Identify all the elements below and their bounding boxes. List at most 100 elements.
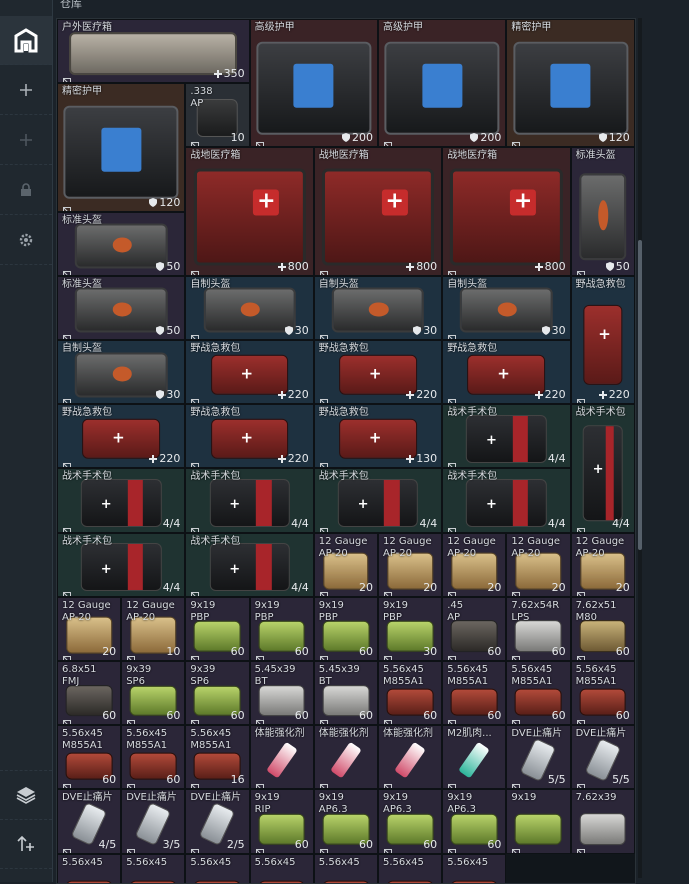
lock-button[interactable] <box>0 166 52 215</box>
inventory-slot[interactable]: 体能强化剂 <box>249 725 314 790</box>
plus-icon <box>406 455 415 464</box>
inventory-slot[interactable]: 精密护甲 120 <box>506 19 635 148</box>
item-name: 5.56x45 <box>575 664 617 675</box>
inventory-slot[interactable]: 自制头盔 30 <box>313 275 443 340</box>
item-name: 标准头盔 <box>575 150 616 162</box>
item-quantity: 60 <box>423 709 437 723</box>
inventory-slot[interactable]: 5.56x45 M855A1 60 <box>378 661 443 726</box>
inventory-slot[interactable]: 高级护甲 200 <box>249 19 378 148</box>
inventory-slot[interactable]: 战术手术包 4/4 <box>442 404 571 469</box>
item-variant: AP-20 <box>383 547 412 559</box>
inventory-slot[interactable]: 户外医疗箱 350 <box>57 19 250 84</box>
inventory-slot[interactable]: 战术手术包 4/4 <box>185 532 314 597</box>
inventory-slot[interactable]: DVE止痛片 4/5 <box>57 789 122 854</box>
scrollbar-thumb[interactable] <box>638 240 642 550</box>
inventory-slot[interactable]: 5.56x45 <box>442 853 507 883</box>
inventory-slot[interactable]: 9x19 AP6.3 60 <box>378 789 443 854</box>
inventory-slot[interactable]: 7.62x39 <box>570 789 635 854</box>
inventory-slot[interactable]: 9x19 PBP 30 <box>378 596 443 661</box>
inventory-slot[interactable]: 野战急救包 220 <box>570 275 635 405</box>
inventory-slot[interactable]: 战术手术包 4/4 <box>57 532 186 597</box>
inventory-slot[interactable]: 9x19 PBP 60 <box>249 596 314 661</box>
inventory-slot[interactable]: 9x39 SP6 60 <box>121 661 186 726</box>
inventory-slot[interactable]: 体能强化剂 <box>378 725 443 790</box>
inventory-slot[interactable]: 野战急救包 220 <box>185 404 314 469</box>
inventory-slot[interactable]: .45 AP 60 <box>442 596 507 661</box>
inventory-slot[interactable]: 12 Gauge AP-20 20 <box>313 532 378 597</box>
inventory-slot[interactable]: 5.56x45 <box>57 853 122 883</box>
inventory-slot[interactable]: 自制头盔 30 <box>185 275 314 340</box>
inventory-slot[interactable]: 5.56x45 <box>121 853 186 883</box>
inventory-slot[interactable]: 5.56x45 M855A1 60 <box>121 725 186 790</box>
inventory-slot[interactable]: 12 Gauge AP-20 20 <box>442 532 507 597</box>
inventory-slot[interactable]: 野战急救包 220 <box>313 340 443 405</box>
inventory-slot[interactable]: 12 Gauge AP-20 20 <box>570 532 635 597</box>
inventory-slot[interactable]: 9x19 PBP 60 <box>185 596 250 661</box>
inventory-slot[interactable]: 战术手术包 4/4 <box>442 468 571 533</box>
inventory-slot[interactable]: 5.56x45 <box>185 853 250 883</box>
inventory-slot[interactable]: 5.56x45 M855A1 60 <box>506 661 571 726</box>
inventory-slot[interactable]: 高级护甲 200 <box>378 19 507 148</box>
inventory-slot[interactable]: 战术手术包 4/4 <box>570 404 635 533</box>
add-page-button[interactable] <box>0 66 52 115</box>
inventory-slot[interactable]: 战术手术包 4/4 <box>185 468 314 533</box>
item-name: 标准头盔 <box>62 278 102 290</box>
item-quantity-value: 5/5 <box>547 773 566 787</box>
inventory-slot[interactable]: 野战急救包 220 <box>57 404 186 469</box>
inventory-slot[interactable]: .338 AP 10 <box>185 83 250 148</box>
inventory-slot[interactable]: 12 Gauge AP-20 20 <box>378 532 443 597</box>
inventory-slot[interactable]: 5.56x45 M855A1 16 <box>185 725 250 790</box>
inventory-slot[interactable]: 9x19 AP6.3 60 <box>442 789 507 854</box>
item-name: 精密护甲 <box>511 22 552 33</box>
inventory-slot[interactable]: 野战急救包 220 <box>442 340 571 405</box>
inventory-slot[interactable]: 7.62x54R LPS 60 <box>506 596 571 661</box>
stash-tab-button[interactable] <box>0 16 52 65</box>
inventory-slot[interactable]: 5.45x39 BT 60 <box>249 661 314 726</box>
inventory-slot[interactable]: 自制头盔 30 <box>442 275 571 340</box>
inventory-slot[interactable]: 12 Gauge AP-20 10 <box>121 596 186 661</box>
inventory-slot[interactable]: 野战急救包 220 <box>185 340 314 405</box>
inventory-slot[interactable]: 9x19 PBP 60 <box>313 596 378 661</box>
inventory-slot[interactable]: 野战急救包 130 <box>313 404 443 469</box>
inventory-slot[interactable]: 战地医疗箱 800 <box>313 147 443 276</box>
inventory-slot[interactable]: 9x19 <box>506 789 571 854</box>
inventory-slot[interactable]: 12 Gauge AP-20 20 <box>506 532 571 597</box>
inventory-slot[interactable]: 7.62x51 M80 60 <box>570 596 635 661</box>
inventory-slot[interactable]: 精密护甲 120 <box>57 83 186 212</box>
inventory-slot[interactable]: 5.56x45 <box>378 853 443 883</box>
inventory-slot[interactable]: 5.56x45 M855A1 60 <box>570 661 635 726</box>
inventory-slot[interactable]: DVE止痛片 5/5 <box>570 725 635 790</box>
inventory-slot[interactable]: 9x19 RIP 60 <box>249 789 314 854</box>
item-variant: M855A1 <box>190 740 232 752</box>
inventory-slot[interactable]: 标准头盔 50 <box>57 275 186 340</box>
inventory-slot[interactable]: 自制头盔 30 <box>57 340 186 405</box>
inventory-slot[interactable]: 5.56x45 M855A1 60 <box>57 725 122 790</box>
no-insurance-icon <box>62 328 71 339</box>
sort-button[interactable] <box>0 820 52 869</box>
inventory-slot[interactable]: 战术手术包 4/4 <box>313 468 443 533</box>
stash-icon <box>14 28 38 53</box>
inventory-slot[interactable]: 标准头盔 50 <box>570 147 635 276</box>
item-name: 9x19 <box>383 792 409 804</box>
inventory-slot[interactable]: 5.45x39 BT 60 <box>313 661 378 726</box>
inventory-slot[interactable]: 6.8x51 FMJ 60 <box>57 661 122 726</box>
inventory-slot[interactable]: DVE止痛片 5/5 <box>506 725 571 790</box>
inventory-slot[interactable]: 5.56x45 <box>249 853 314 883</box>
inventory-slot[interactable]: 5.56x45 <box>313 853 378 883</box>
item-variant: AP-20 <box>511 547 541 559</box>
item-quantity: 20 <box>616 581 630 595</box>
inventory-slot[interactable]: 战地医疗箱 800 <box>442 147 571 276</box>
inventory-slot[interactable]: 战术手术包 4/4 <box>57 468 186 533</box>
settings-button[interactable] <box>0 216 52 265</box>
inventory-slot[interactable]: 标准头盔 50 <box>57 211 186 276</box>
inventory-slot[interactable]: M2肌肉... <box>442 725 507 790</box>
inventory-slot[interactable]: 5.56x45 M855A1 60 <box>442 661 507 726</box>
inventory-slot[interactable]: DVE止痛片 2/5 <box>185 789 250 854</box>
inventory-slot[interactable]: 9x39 SP6 60 <box>185 661 250 726</box>
inventory-slot[interactable]: DVE止痛片 3/5 <box>121 789 186 854</box>
inventory-slot[interactable]: 战地医疗箱 800 <box>185 147 314 276</box>
layers-button[interactable] <box>0 770 52 820</box>
inventory-slot[interactable]: 12 Gauge AP-20 20 <box>57 596 122 661</box>
inventory-slot[interactable]: 9x19 AP6.3 60 <box>313 789 378 854</box>
inventory-slot[interactable]: 体能强化剂 <box>313 725 378 790</box>
